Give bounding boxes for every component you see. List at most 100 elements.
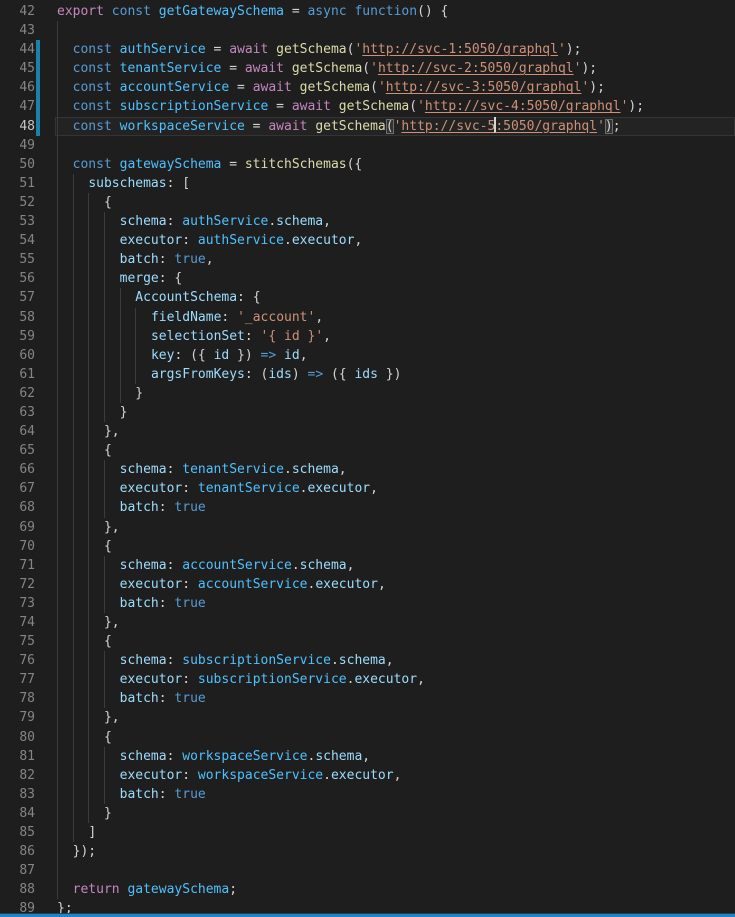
code-line[interactable]: 86}); bbox=[0, 842, 735, 861]
code-line-text[interactable]: return gatewaySchema; bbox=[57, 880, 237, 899]
line-number[interactable]: 48 bbox=[0, 117, 35, 136]
code-line[interactable]: 60 key: ({ id }) => id, bbox=[0, 346, 735, 365]
code-line[interactable]: 70 { bbox=[0, 537, 735, 556]
code-line[interactable]: 85] bbox=[0, 823, 735, 842]
code-line-text[interactable]: executor: workspaceService.executor, bbox=[57, 766, 401, 785]
code-line[interactable]: 73batch: true bbox=[0, 594, 735, 613]
line-number[interactable]: 84 bbox=[0, 804, 35, 823]
code-line[interactable]: 82executor: workspaceService.executor, bbox=[0, 766, 735, 785]
code-line-text[interactable]: } bbox=[57, 403, 127, 422]
code-line[interactable]: 44const authService = await getSchema('h… bbox=[0, 40, 735, 59]
code-line[interactable]: 76 schema: subscriptionService.schema, bbox=[0, 651, 735, 670]
bottom-sash[interactable] bbox=[0, 913, 735, 917]
code-line[interactable]: 45 const tenantService = await getSchema(… bbox=[0, 59, 735, 78]
git-modified-indicator[interactable] bbox=[36, 78, 40, 97]
line-number[interactable]: 52 bbox=[0, 193, 35, 212]
code-line-text[interactable]: schema: subscriptionService.schema, bbox=[57, 651, 394, 670]
code-line[interactable]: 66 schema: tenantService.schema, bbox=[0, 460, 735, 479]
line-number[interactable]: 46 bbox=[0, 78, 35, 97]
code-line-text[interactable]: { bbox=[57, 441, 112, 460]
line-number[interactable]: 45 bbox=[0, 59, 35, 78]
code-line[interactable]: 80{ bbox=[0, 728, 735, 747]
code-line[interactable]: 62} bbox=[0, 384, 735, 403]
git-modified-indicator[interactable] bbox=[36, 40, 40, 59]
code-editor[interactable]: 42export const getGatewaySchema = async … bbox=[0, 0, 735, 917]
code-line[interactable]: 54 executor: authService.executor, bbox=[0, 231, 735, 250]
git-modified-indicator[interactable] bbox=[36, 117, 40, 136]
line-number[interactable]: 64 bbox=[0, 422, 35, 441]
code-line[interactable]: 51 subschemas: [ bbox=[0, 174, 735, 193]
line-number[interactable]: 61 bbox=[0, 365, 35, 384]
code-line-text[interactable]: { bbox=[57, 632, 112, 651]
code-line-text[interactable]: const authService = await getSchema('htt… bbox=[57, 40, 581, 59]
line-number[interactable]: 70 bbox=[0, 537, 35, 556]
code-line-text[interactable]: key: ({ id }) => id, bbox=[57, 346, 308, 365]
code-line-text[interactable]: executor: tenantService.executor, bbox=[57, 479, 378, 498]
code-line[interactable]: 55batch: true, bbox=[0, 250, 735, 269]
line-number[interactable]: 80 bbox=[0, 728, 35, 747]
code-line-text[interactable]: batch: true bbox=[57, 689, 206, 708]
code-line-text[interactable]: executor: subscriptionService.executor, bbox=[57, 670, 425, 689]
code-line-text[interactable]: executor: authService.executor, bbox=[57, 231, 362, 250]
code-line[interactable]: 75{ bbox=[0, 632, 735, 651]
code-line[interactable]: 50 const gatewaySchema = stitchSchemas({ bbox=[0, 155, 735, 174]
line-number[interactable]: 66 bbox=[0, 460, 35, 479]
code-line[interactable]: 69}, bbox=[0, 518, 735, 537]
code-line[interactable]: 49 bbox=[0, 136, 735, 155]
code-line[interactable]: 87 bbox=[0, 861, 735, 880]
line-number[interactable]: 56 bbox=[0, 269, 35, 288]
code-line-text[interactable]: { bbox=[57, 193, 112, 212]
line-number[interactable]: 86 bbox=[0, 842, 35, 861]
code-line-text[interactable]: schema: tenantService.schema, bbox=[57, 460, 347, 479]
line-number[interactable]: 81 bbox=[0, 747, 35, 766]
code-line[interactable]: 81schema: workspaceService.schema, bbox=[0, 747, 735, 766]
code-line-text[interactable]: }, bbox=[57, 708, 120, 727]
code-line-text[interactable]: { bbox=[57, 537, 112, 556]
line-number[interactable]: 88 bbox=[0, 880, 35, 899]
line-number[interactable]: 49 bbox=[0, 136, 35, 155]
line-number[interactable]: 78 bbox=[0, 689, 35, 708]
line-number[interactable]: 68 bbox=[0, 498, 35, 517]
code-line-text[interactable]: schema: authService.schema, bbox=[57, 212, 331, 231]
code-line-text[interactable]: subschemas: [ bbox=[57, 174, 190, 193]
code-line[interactable]: 79}, bbox=[0, 708, 735, 727]
line-number[interactable]: 87 bbox=[0, 861, 35, 880]
code-line[interactable]: 74}, bbox=[0, 613, 735, 632]
code-line-text[interactable]: const tenantService = await getSchema('h… bbox=[57, 59, 597, 78]
code-line[interactable]: 42export const getGatewaySchema = async … bbox=[0, 2, 735, 21]
code-line-text[interactable]: const gatewaySchema = stitchSchemas({ bbox=[57, 155, 362, 174]
line-number[interactable]: 53 bbox=[0, 212, 35, 231]
code-line[interactable]: 53 schema: authService.schema, bbox=[0, 212, 735, 231]
code-line[interactable]: 68batch: true bbox=[0, 498, 735, 517]
code-line[interactable]: 64}, bbox=[0, 422, 735, 441]
line-number[interactable]: 76 bbox=[0, 651, 35, 670]
code-line[interactable]: 52 { bbox=[0, 193, 735, 212]
code-line[interactable]: 71schema: accountService.schema, bbox=[0, 556, 735, 575]
code-line[interactable]: 46 const accountService = await getSchema… bbox=[0, 78, 735, 97]
git-modified-indicator[interactable] bbox=[36, 97, 40, 116]
code-line[interactable]: 84} bbox=[0, 804, 735, 823]
code-line-text[interactable]: batch: true bbox=[57, 594, 206, 613]
code-line-text[interactable]: const accountService = await getSchema('… bbox=[57, 78, 605, 97]
code-line-text[interactable]: export const getGatewaySchema = async fu… bbox=[57, 2, 448, 21]
line-number[interactable]: 79 bbox=[0, 708, 35, 727]
line-number[interactable]: 59 bbox=[0, 327, 35, 346]
code-line[interactable]: 63} bbox=[0, 403, 735, 422]
line-number[interactable]: 74 bbox=[0, 613, 35, 632]
line-number[interactable]: 57 bbox=[0, 288, 35, 307]
line-number[interactable]: 51 bbox=[0, 174, 35, 193]
line-number[interactable]: 50 bbox=[0, 155, 35, 174]
code-line[interactable]: 43 bbox=[0, 21, 735, 40]
code-line[interactable]: 61argsFromKeys: (ids) => ({ ids }) bbox=[0, 365, 735, 384]
line-number[interactable]: 60 bbox=[0, 346, 35, 365]
code-line-text[interactable]: ] bbox=[57, 823, 96, 842]
code-line-text[interactable]: AccountSchema: { bbox=[57, 288, 261, 307]
line-number[interactable]: 62 bbox=[0, 384, 35, 403]
code-line[interactable]: 77executor: subscriptionService.executor… bbox=[0, 670, 735, 689]
code-line[interactable]: 56merge: { bbox=[0, 269, 735, 288]
code-line[interactable]: 57 AccountSchema: { bbox=[0, 288, 735, 307]
line-number[interactable]: 54 bbox=[0, 231, 35, 250]
line-number[interactable]: 65 bbox=[0, 441, 35, 460]
code-line[interactable]: 67executor: tenantService.executor, bbox=[0, 479, 735, 498]
code-line[interactable]: 58fieldName: '_account', bbox=[0, 308, 735, 327]
